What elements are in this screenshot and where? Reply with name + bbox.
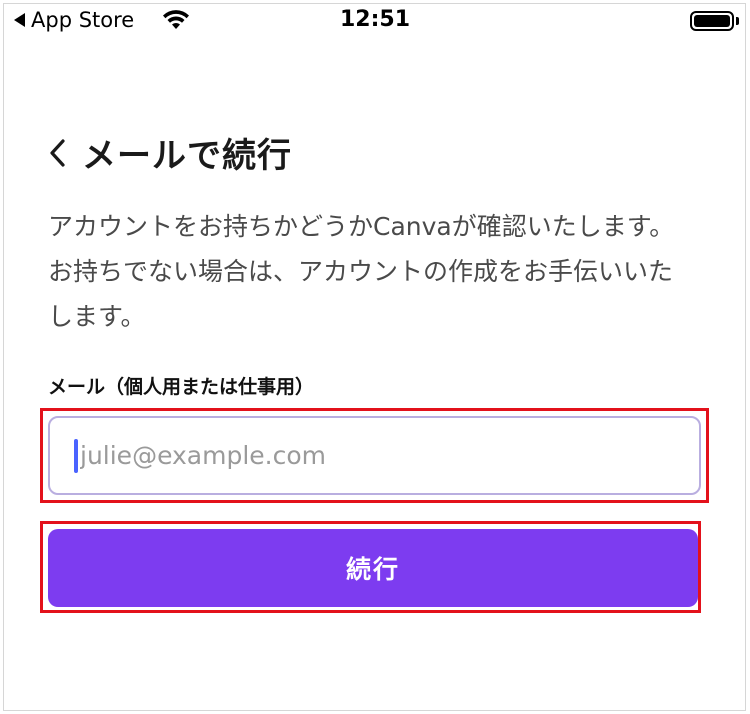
- header: メールで続行: [46, 128, 292, 177]
- email-field-label: メール（個人用または仕事用）: [48, 376, 315, 398]
- battery-cap: [736, 17, 739, 25]
- status-time: 12:51: [339, 7, 411, 32]
- email-field[interactable]: [48, 416, 701, 495]
- battery-icon: [690, 11, 734, 31]
- status-bar: App Store 12:51: [0, 0, 750, 42]
- text-caret: [74, 438, 78, 473]
- page-title: メールで続行: [82, 136, 292, 176]
- back-chevron-icon[interactable]: [46, 135, 68, 171]
- continue-button[interactable]: 続行: [48, 529, 698, 607]
- description-text: アカウントをお持ちかどうかCanvaが確認いたします。お持ちでない場合は、アカウ…: [48, 212, 675, 331]
- email-input[interactable]: [80, 441, 660, 470]
